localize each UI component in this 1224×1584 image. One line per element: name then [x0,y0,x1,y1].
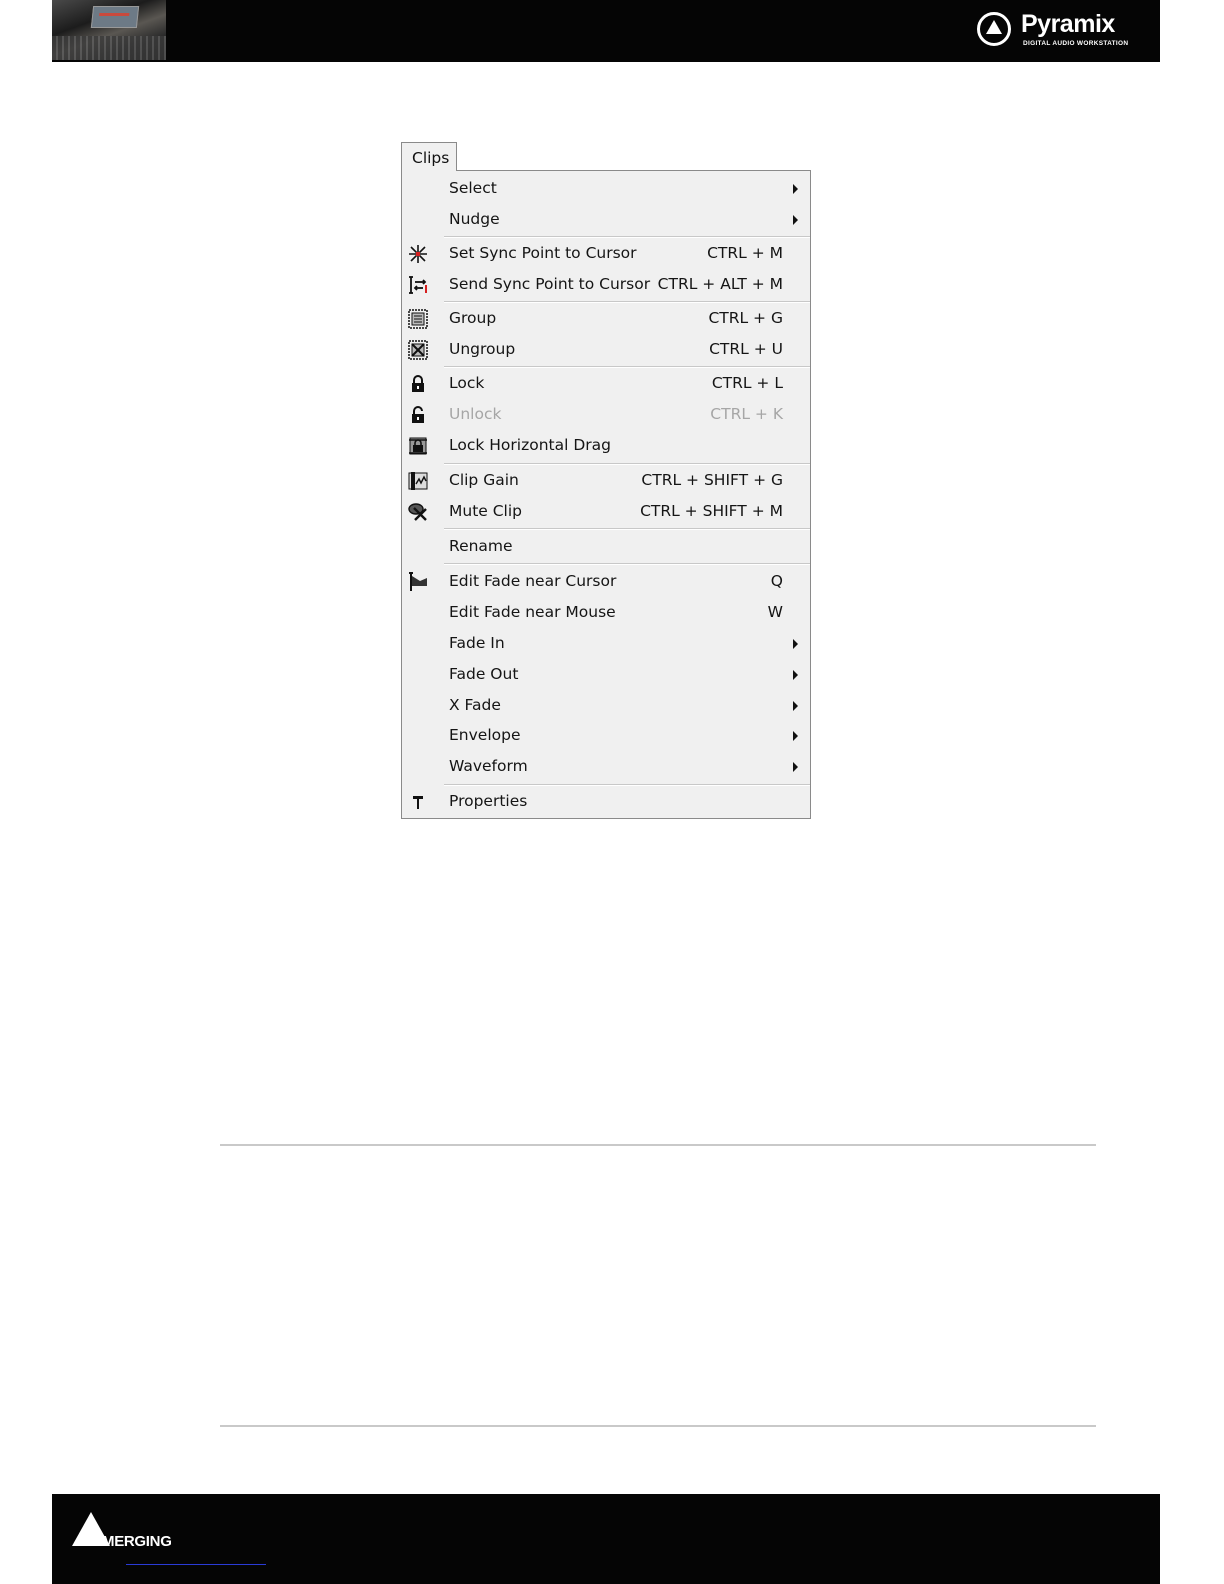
send-sync-icon [409,276,427,294]
clips-menu-tab[interactable]: Clips [401,142,457,171]
menu-item-clip-gain[interactable]: Clip Gain CTRL + SHIFT + G [402,465,810,496]
lock-icon [412,375,424,392]
submenu-arrow-icon [793,731,798,741]
unlock-icon [412,406,424,423]
clips-menu-title: Clips [412,149,450,167]
menu-item-label: Edit Fade near Mouse [449,603,616,621]
menu-item-label: Set Sync Point to Cursor [449,244,637,262]
menu-item-fade-out[interactable]: Fade Out [402,659,810,690]
submenu-arrow-icon [793,184,798,194]
submenu-arrow-icon [793,701,798,711]
menu-item-label: Fade Out [449,665,519,683]
menu-item-label: Lock [449,374,485,392]
menu-item-lock-horizontal-drag[interactable]: Lock Horizontal Drag [402,430,810,461]
footer-link-underline[interactable] [126,1564,266,1565]
menu-item-shortcut: CTRL + SHIFT + M [640,502,783,520]
menu-item-label: Mute Clip [449,502,523,520]
menu-item-label: Clip Gain [449,471,519,489]
menu-item-set-sync-point[interactable]: Set Sync Point to Cursor CTRL + M [402,238,810,269]
menu-item-label: Select [449,179,497,197]
menu-item-rename[interactable]: Rename [402,531,810,562]
menu-item-send-sync-point[interactable]: Send Sync Point to Cursor CTRL + ALT + M [402,269,810,300]
pyramix-logo-icon [977,12,1011,46]
menu-item-label: Ungroup [449,340,516,358]
submenu-arrow-icon [793,762,798,772]
lock-drag-icon [409,437,427,455]
submenu-arrow-icon [793,215,798,225]
ungroup-icon [408,340,428,360]
divider-bottom [220,1425,1096,1427]
menu-separator [444,563,810,565]
menu-item-ungroup[interactable]: Ungroup CTRL + U [402,334,810,365]
menu-item-shortcut: CTRL + SHIFT + G [641,471,783,489]
menu-item-unlock[interactable]: Unlock CTRL + K [402,399,810,430]
merging-logo-text: MERGING [102,1533,172,1550]
menu-item-select[interactable]: Select [402,173,810,204]
submenu-arrow-icon [793,670,798,680]
menu-item-mute-clip[interactable]: Mute Clip CTRL + SHIFT + M [402,496,810,527]
menu-item-label: Unlock [449,405,502,423]
mute-clip-icon [408,503,427,521]
menu-item-edit-fade-near-mouse[interactable]: Edit Fade near Mouse W [402,597,810,628]
menu-item-label: Fade In [449,634,505,652]
page-footer: MERGING [52,1494,1160,1584]
menu-item-edit-fade-near-cursor[interactable]: Edit Fade near Cursor Q [402,566,810,597]
menu-item-fade-in[interactable]: Fade In [402,628,810,659]
menu-item-shortcut: CTRL + ALT + M [657,275,783,293]
menu-item-label: Edit Fade near Cursor [449,572,617,590]
menu-item-label: Send Sync Point to Cursor [449,275,651,293]
menu-item-label: Group [449,309,497,327]
menu-item-label: Nudge [449,210,500,228]
menu-item-shortcut: Q [770,572,783,590]
menu-separator [444,528,810,530]
menu-item-shortcut: CTRL + L [711,374,783,392]
menu-item-label: Properties [449,792,528,810]
menu-item-lock[interactable]: Lock CTRL + L [402,368,810,399]
divider-top [220,1144,1096,1146]
sync-point-icon [409,245,427,263]
console-screen-image [90,6,140,28]
menu-item-waveform[interactable]: Waveform [402,751,810,782]
menu-item-shortcut: W [767,603,783,621]
menu-item-shortcut: CTRL + M [707,244,783,262]
menu-item-properties[interactable]: Properties [402,786,810,817]
header-photo [52,0,166,60]
menu-item-envelope[interactable]: Envelope [402,720,810,751]
menu-item-label: X Fade [449,696,501,714]
clips-menu: Select Nudge Set Sync Point to Cursor CT… [401,170,811,819]
pyramix-logo: Pyramix DIGITAL AUDIO WORKSTATION [977,10,1142,52]
menu-item-label: Envelope [449,726,521,744]
brand-name: Pyramix [1021,10,1115,38]
console-desk-image [52,36,166,60]
menu-item-shortcut: CTRL + K [710,405,783,423]
group-icon [408,309,428,329]
clip-gain-icon [408,472,428,490]
menu-item-label: Rename [449,537,513,555]
menu-item-shortcut: CTRL + G [708,309,783,327]
edit-fade-icon [409,572,427,591]
menu-item-label: Waveform [449,757,528,775]
menu-item-group[interactable]: Group CTRL + G [402,303,810,334]
page-header: Pyramix DIGITAL AUDIO WORKSTATION [52,0,1160,62]
submenu-arrow-icon [793,639,798,649]
menu-item-shortcut: CTRL + U [709,340,783,358]
brand-tagline: DIGITAL AUDIO WORKSTATION [1023,40,1129,47]
menu-item-label: Lock Horizontal Drag [449,436,611,454]
menu-item-nudge[interactable]: Nudge [402,204,810,235]
properties-icon [413,796,423,809]
menu-item-x-fade[interactable]: X Fade [402,690,810,721]
